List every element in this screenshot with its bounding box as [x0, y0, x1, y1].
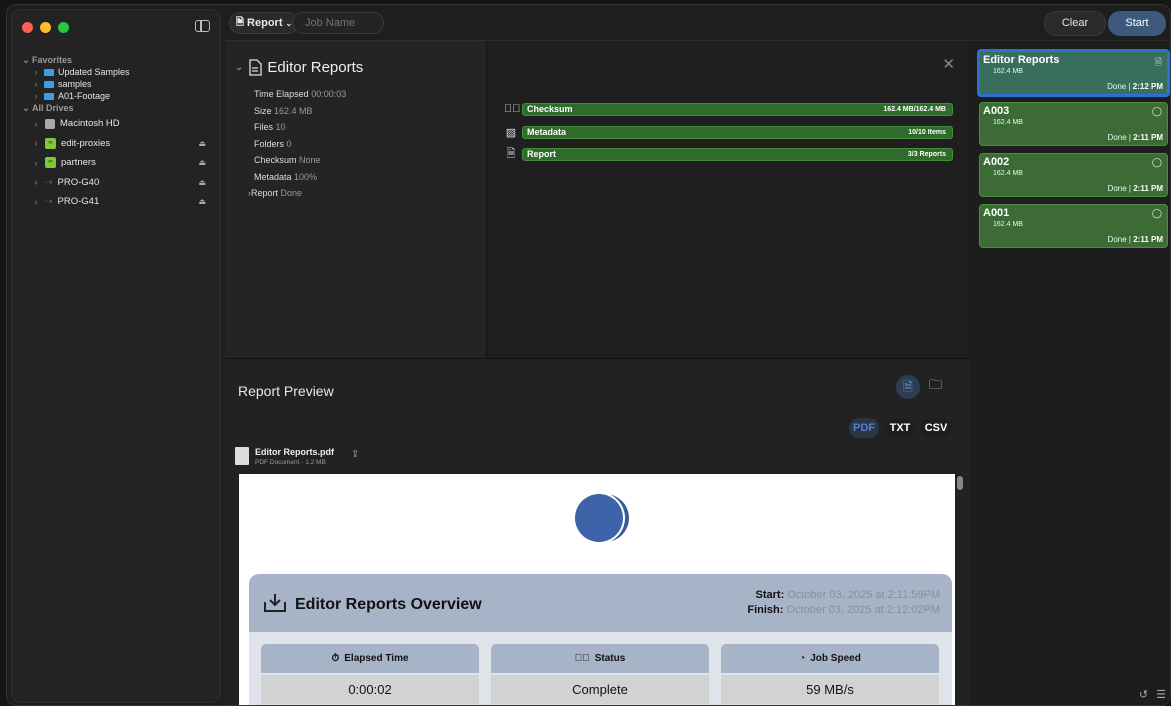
start-button[interactable]: Start: [1108, 11, 1166, 36]
usb-drive-icon: ⇢: [45, 176, 53, 187]
sidebar-item-pro-g40[interactable]: › ⇢ PRO-G40 ⏏: [22, 173, 212, 193]
source-tree: ⌄ Favorites › Updated Samples › samples › A0…: [22, 54, 212, 212]
toolbar: 🗎 Report ⌄ Clear Start: [225, 5, 1170, 41]
progress-bar: Checksum 162.4 MB/162.4 MB: [522, 102, 953, 116]
download-tray-icon: [264, 594, 286, 612]
document-icon: 🗎: [903, 380, 913, 394]
eject-icon[interactable]: ⏏: [198, 197, 206, 206]
report-progress: 🗎 Report 3/3 Reports: [504, 147, 953, 161]
hard-drive-icon: [45, 118, 55, 129]
queue-footer: ↺ ☰: [1139, 688, 1166, 701]
format-csv-button[interactable]: CSV: [920, 418, 952, 438]
progress-bar: Report 3/3 Reports: [522, 147, 953, 161]
sidebar-item-partners[interactable]: › ∞ partners ⏏: [22, 153, 212, 173]
offload-icon: ◯: [1151, 106, 1162, 116]
app-window: ⌄ Favorites › Updated Samples › samples › A0…: [6, 4, 1171, 706]
history-icon[interactable]: ↺: [1139, 688, 1148, 701]
summary-row: Files 10: [254, 122, 286, 132]
overview-title: Editor Reports Overview: [295, 596, 482, 613]
speedometer-icon: ◔: [799, 653, 806, 664]
document-icon: 🗎: [1154, 57, 1162, 67]
offload-icon: ◯: [1151, 157, 1162, 167]
overview-times: Start: October 03, 2025 at 2:11:59PM Fin…: [747, 589, 940, 616]
stopwatch-icon: ⏱: [331, 653, 340, 664]
window-controls: [22, 22, 69, 33]
close-icon[interactable]: ✕: [942, 55, 955, 73]
folder-icon: [44, 92, 54, 100]
job-queue: Editor Reports 162.4 MB 🗎 Done | 2:12 PM…: [970, 41, 1170, 705]
report-type-dropdown[interactable]: 🗎 Report ⌄: [229, 12, 300, 34]
pdf-page[interactable]: Editor Reports Overview Start: October 0…: [239, 474, 955, 705]
scrollbar-thumb[interactable]: [957, 476, 963, 490]
queue-card-a001[interactable]: A001 162.4 MB ◯ Done | 2:11 PM: [979, 204, 1168, 248]
sidebar: ⌄ Favorites › Updated Samples › samples › A0…: [11, 9, 221, 703]
close-window-button[interactable]: [22, 22, 33, 33]
document-view-button[interactable]: 🗎: [896, 375, 920, 399]
format-pdf-button[interactable]: PDF: [849, 418, 879, 438]
metadata-progress: ▨ Metadata 10/10 Items: [504, 125, 953, 139]
external-volume-icon: ∞: [45, 157, 56, 169]
checkmark-circle-icon: ✓⃝: [504, 103, 521, 115]
sidebar-item-updated-samples[interactable]: › Updated Samples: [22, 66, 212, 78]
progress-bar: Metadata 10/10 Items: [522, 125, 953, 139]
folder-icon[interactable]: 🗀: [929, 376, 942, 398]
eject-icon[interactable]: ⏏: [198, 139, 206, 148]
summary-row: Time Elapsed 00:00:03: [254, 89, 347, 99]
sidebar-item-edit-proxies[interactable]: › ∞ edit-proxies ⏏: [22, 134, 212, 154]
queue-card-a003[interactable]: A003 162.4 MB ◯ Done | 2:11 PM: [979, 102, 1168, 146]
progress-panel: ✕ ✓⃝ Checksum 162.4 MB/162.4 MB ▨ Metadat…: [488, 41, 969, 358]
folder-icon: [44, 68, 54, 76]
summary-row: Metadata 100%: [254, 171, 318, 182]
summary-row: Folders 0: [254, 138, 292, 149]
clear-button[interactable]: Clear: [1044, 11, 1106, 36]
sidebar-item-macintosh-hd[interactable]: › Macintosh HD: [22, 114, 212, 134]
zoom-window-button[interactable]: [58, 22, 69, 33]
pdf-file-icon: [235, 447, 249, 465]
summary-report-row[interactable]: ›Report Done: [248, 185, 346, 202]
checksum-progress: ✓⃝ Checksum 162.4 MB/162.4 MB: [504, 102, 953, 116]
report-preview-panel: Report Preview 🗎 🗀 PDF TXT CSV Editor Re…: [225, 358, 969, 705]
sidebar-item-samples[interactable]: › samples: [22, 78, 212, 90]
sidebar-item-pro-g41[interactable]: › ⇢ PRO-G41 ⏏: [22, 192, 212, 212]
file-name: Editor Reports.pdf: [255, 447, 334, 457]
file-meta: PDF Document - 1.2 MB: [255, 459, 326, 466]
queue-card-a002[interactable]: A002 162.4 MB ◯ Done | 2:11 PM: [979, 153, 1168, 197]
minimize-window-button[interactable]: [40, 22, 51, 33]
summary-stats: Time Elapsed 00:00:03 Size 162.4 MB File…: [248, 86, 347, 202]
filter-icon[interactable]: ☰: [1156, 688, 1166, 701]
report-overview-card: Editor Reports Overview Start: October 0…: [249, 574, 952, 705]
overview-header: Editor Reports Overview Start: October 0…: [249, 574, 952, 632]
job-summary-panel: ⌄ Editor Reports Time Elapsed 00:00:03 S…: [225, 41, 487, 358]
document-icon: [249, 59, 263, 76]
document-icon: 🗎: [506, 147, 516, 160]
chevron-down-icon: ⌄: [235, 62, 244, 73]
folder-icon: [44, 80, 54, 88]
job-name-input[interactable]: [292, 12, 384, 34]
share-icon[interactable]: ⇪: [351, 449, 359, 460]
app-logo-icon: [573, 492, 629, 544]
format-txt-button[interactable]: TXT: [885, 418, 915, 438]
document-icon: 🗎: [236, 16, 245, 28]
eject-icon[interactable]: ⏏: [198, 178, 206, 187]
offload-icon: ◯: [1151, 208, 1162, 218]
stat-elapsed-time: ⏱ Elapsed Time 0:00:02: [261, 644, 479, 704]
summary-title: Editor Reports: [267, 59, 364, 76]
summary-row: Size 162.4 MB: [254, 105, 313, 116]
stat-job-speed: ◔ Job Speed 59 MB/s: [721, 644, 939, 704]
sidebar-item-a01-footage[interactable]: › A01-Footage: [22, 90, 212, 102]
image-icon: ▨: [505, 126, 517, 139]
sidebar-toggle-icon[interactable]: [195, 20, 210, 32]
summary-row: Checksum None: [254, 155, 321, 165]
eject-icon[interactable]: ⏏: [198, 158, 206, 167]
report-preview-title: Report Preview: [238, 383, 334, 399]
external-volume-icon: ∞: [45, 137, 56, 149]
stat-status: ✓⃝ Status Complete: [491, 644, 709, 704]
all-drives-header[interactable]: ⌄ All Drives: [22, 102, 212, 114]
queue-card-editor-reports[interactable]: Editor Reports 162.4 MB 🗎 Done | 2:12 PM: [977, 49, 1170, 97]
usb-drive-icon: ⇢: [45, 196, 53, 207]
favorites-header[interactable]: ⌄ Favorites: [22, 54, 212, 66]
summary-header[interactable]: ⌄ Editor Reports: [235, 59, 363, 76]
checkmark-circle-icon: ✓⃝: [574, 653, 590, 664]
